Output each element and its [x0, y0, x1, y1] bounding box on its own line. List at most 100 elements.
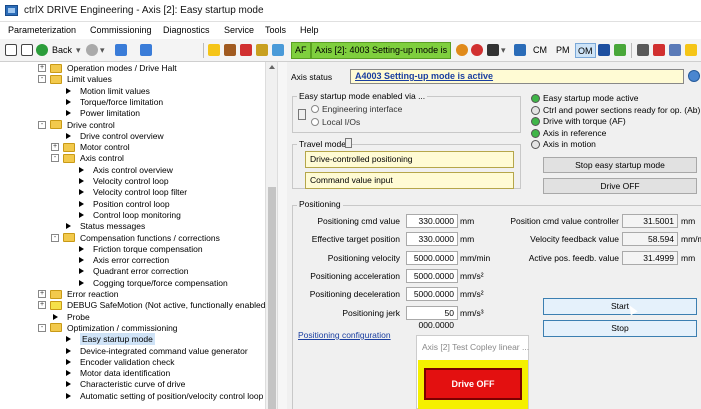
- menu-help[interactable]: Help: [300, 25, 319, 35]
- tree-item[interactable]: Friction torque compensation: [93, 243, 203, 255]
- positioning-value-field[interactable]: 330.0000: [406, 214, 458, 228]
- settings-icon[interactable]: [456, 44, 468, 56]
- tree-item[interactable]: Operation modes / Drive Halt: [67, 62, 177, 74]
- tree-expander-icon[interactable]: -: [38, 323, 46, 332]
- positioning-value-field[interactable]: 5000.0000: [406, 268, 458, 283]
- list-icon[interactable]: [637, 44, 649, 56]
- tree-leaf-icon: [79, 178, 84, 184]
- lock-icon: [298, 109, 306, 120]
- scroll-up-icon[interactable]: [269, 65, 275, 69]
- page-icon[interactable]: [5, 44, 17, 56]
- pm-button[interactable]: PM: [556, 43, 570, 58]
- camera-icon[interactable]: [487, 44, 499, 56]
- axis-status-field[interactable]: A4003 Setting-up mode is active: [350, 69, 684, 84]
- chart-icon[interactable]: [669, 44, 681, 56]
- tree-expander-icon[interactable]: +: [38, 64, 46, 72]
- device-icon[interactable]: [272, 44, 284, 56]
- network-icon[interactable]: [598, 44, 610, 56]
- tree-item[interactable]: Velocity control loop filter: [93, 186, 187, 198]
- menu-tools[interactable]: Tools: [265, 25, 286, 35]
- tree-item[interactable]: Device-integrated command value generato…: [80, 345, 248, 357]
- tool-icon[interactable]: [224, 44, 236, 56]
- menu-commissioning[interactable]: Commissioning: [90, 25, 152, 35]
- radio-local[interactable]: [311, 118, 319, 126]
- positioning-value-field[interactable]: 50 000.0000: [406, 305, 458, 330]
- om-button[interactable]: OM: [575, 43, 596, 58]
- tree-item[interactable]: Optimization / commissioning: [67, 322, 178, 334]
- drive-off-button[interactable]: Drive OFF: [543, 178, 697, 194]
- tree-item[interactable]: Easy startup mode: [80, 333, 155, 346]
- tree-expander-icon[interactable]: -: [51, 233, 59, 242]
- tree-item[interactable]: Limit values: [67, 73, 112, 85]
- start-button[interactable]: Start: [543, 298, 697, 315]
- tree-item[interactable]: Axis control overview: [93, 164, 173, 176]
- favorite-star-icon[interactable]: [208, 44, 220, 56]
- tree-item[interactable]: Power limitation: [80, 107, 140, 119]
- splitter[interactable]: [277, 62, 287, 409]
- nav-left-icon[interactable]: [115, 44, 127, 56]
- tree-item[interactable]: Axis error correction: [93, 254, 169, 266]
- info-globe-icon[interactable]: [688, 70, 700, 82]
- tree-scrollbar[interactable]: [265, 62, 277, 409]
- tree-expander-icon[interactable]: -: [38, 75, 46, 84]
- tree-item[interactable]: Automatic setting of position/velocity c…: [80, 390, 263, 402]
- scrollbar-thumb[interactable]: [268, 187, 276, 409]
- tree-item[interactable]: Motor data identification: [80, 367, 170, 379]
- tree-expander-icon[interactable]: +: [51, 143, 59, 152]
- tree-item[interactable]: Motor control: [80, 141, 130, 153]
- menu-diagnostics[interactable]: Diagnostics: [163, 25, 210, 35]
- menu-parameterization[interactable]: Parameterization: [8, 25, 76, 35]
- tree-item[interactable]: Error reaction: [67, 288, 119, 300]
- tree-item[interactable]: Axis control: [80, 152, 124, 164]
- key-icon[interactable]: [614, 44, 626, 56]
- cm-button[interactable]: CM: [533, 43, 547, 58]
- back-dropdown-icon[interactable]: ▾: [76, 43, 81, 58]
- tree-item[interactable]: Position control loop: [93, 198, 170, 210]
- nav-right-icon[interactable]: [140, 44, 152, 56]
- drive-icon[interactable]: [514, 44, 526, 56]
- tree-expander-icon[interactable]: -: [51, 154, 59, 163]
- tree-item[interactable]: Status messages: [80, 220, 145, 232]
- positioning-unit: mm: [460, 234, 475, 245]
- tree-item[interactable]: Compensation functions / corrections: [80, 232, 220, 244]
- forward-dropdown-icon[interactable]: ▾: [100, 43, 105, 58]
- back-button[interactable]: Back: [52, 43, 72, 58]
- positioning-value-field[interactable]: 5000.0000: [406, 287, 458, 302]
- positioning-value-field[interactable]: 330.0000: [406, 232, 458, 247]
- back-arrow-icon[interactable]: [36, 44, 48, 56]
- axis-status-badge[interactable]: Axis [2]: 4003 Setting-up mode is a: [311, 42, 451, 59]
- menu-service[interactable]: Service: [224, 25, 254, 35]
- popup-highlight: Drive OFF: [418, 360, 528, 409]
- tree-item[interactable]: Drive control: [67, 119, 115, 131]
- tree-item[interactable]: Encoder validation check: [80, 356, 175, 368]
- error-icon[interactable]: [653, 44, 665, 56]
- stop-icon[interactable]: [471, 44, 483, 56]
- radio-engineering[interactable]: [311, 105, 319, 113]
- stop-easy-startup-button[interactable]: Stop easy startup mode: [543, 157, 697, 173]
- tree-item[interactable]: Control loop monitoring: [93, 209, 181, 221]
- mail-icon[interactable]: [685, 44, 697, 56]
- parameter-icon[interactable]: [256, 44, 268, 56]
- positioning-value-field[interactable]: 5000.0000: [406, 250, 458, 265]
- popup-drive-off-button[interactable]: Drive OFF: [424, 368, 522, 400]
- tree-item[interactable]: Probe: [67, 311, 90, 323]
- tree-item[interactable]: Quadrant error correction: [93, 265, 188, 277]
- positioning-configuration-link[interactable]: Positioning configuration: [298, 330, 391, 340]
- tree-item[interactable]: Cogging torque/force compensation: [93, 277, 228, 289]
- tree-expander-icon[interactable]: -: [38, 120, 46, 129]
- camera-dropdown-icon[interactable]: ▾: [501, 43, 506, 58]
- tree-item[interactable]: DEBUG SafeMotion (Not active, functional…: [67, 299, 265, 311]
- online-icon[interactable]: [240, 44, 252, 56]
- stop-button[interactable]: Stop: [543, 320, 697, 337]
- tree-leaf-icon: [53, 313, 58, 320]
- tree-item[interactable]: Characteristic curve of drive: [80, 378, 185, 390]
- status-led-icon: [531, 140, 540, 149]
- tree-expander-icon[interactable]: +: [38, 301, 46, 310]
- forward-arrow-icon[interactable]: [86, 44, 98, 56]
- tree-item[interactable]: Motion limit values: [80, 85, 150, 97]
- folder-icon[interactable]: [21, 44, 33, 56]
- tree-item[interactable]: Drive control overview: [80, 130, 164, 142]
- tree-expander-icon[interactable]: +: [38, 290, 46, 298]
- tree-item[interactable]: Torque/force limitation: [80, 96, 163, 108]
- tree-item[interactable]: Velocity control loop: [93, 175, 169, 187]
